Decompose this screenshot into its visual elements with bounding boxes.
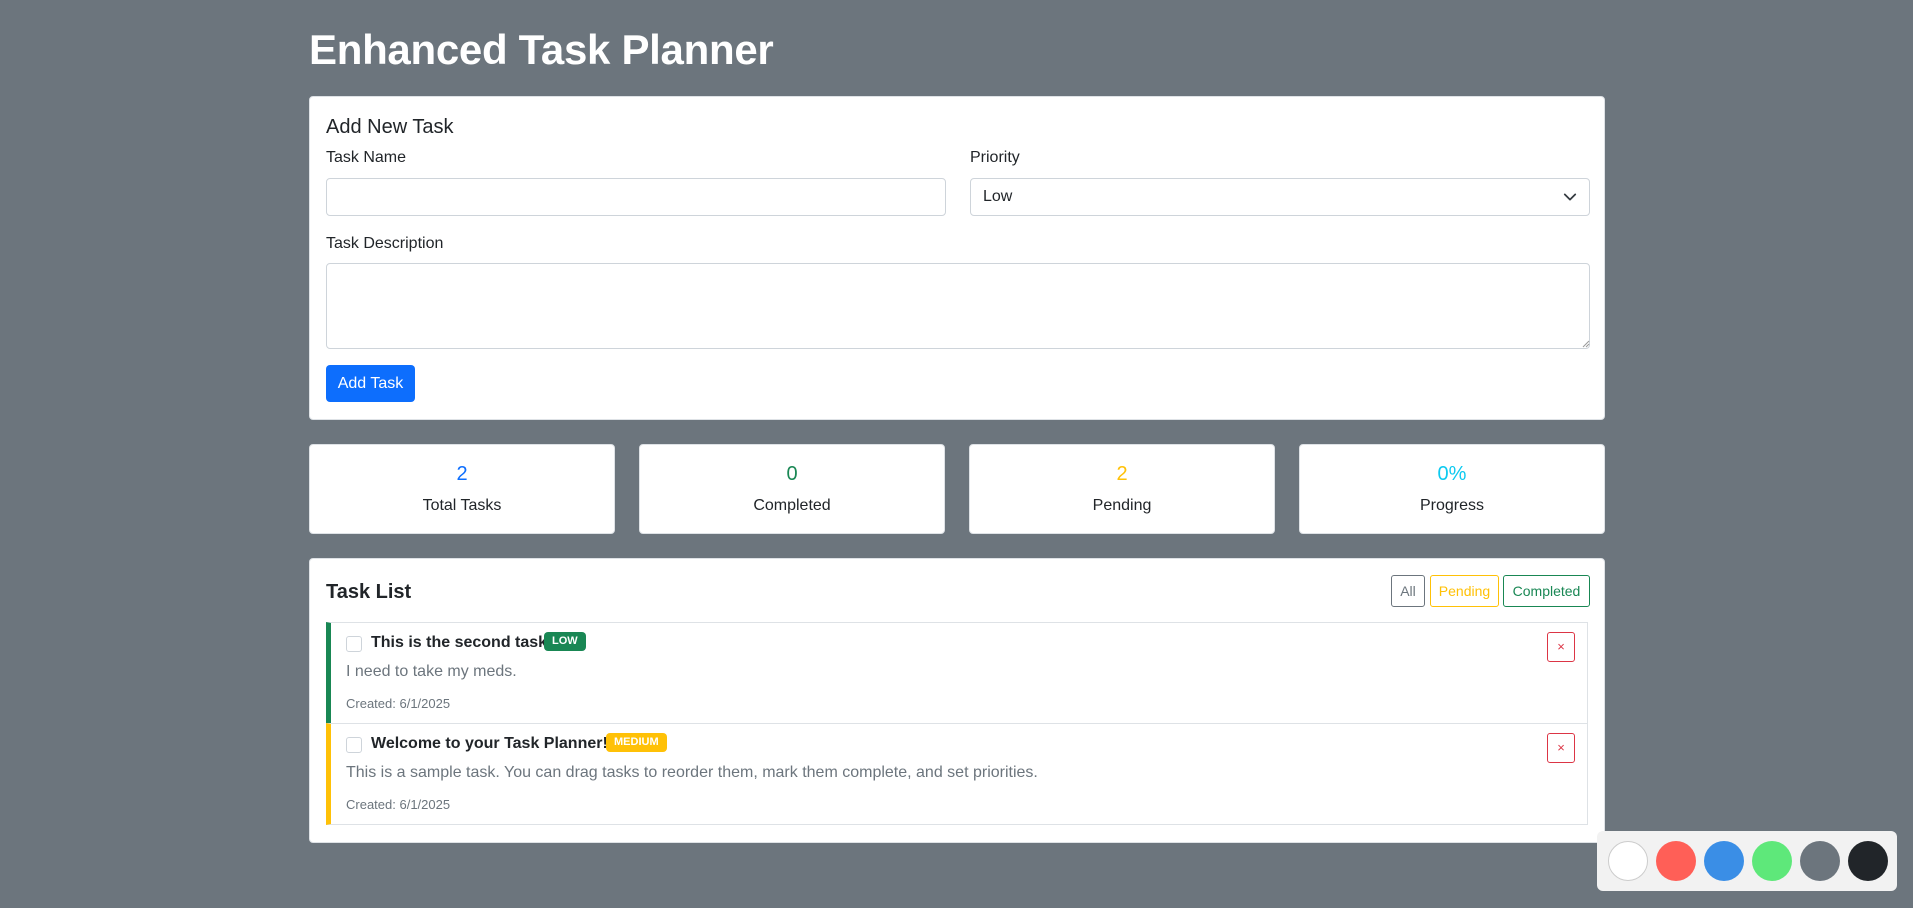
task-description: This is a sample task. You can drag task… (346, 764, 1038, 781)
delete-task-button[interactable]: × (1547, 733, 1575, 763)
task-description: I need to take my meds. (346, 663, 517, 680)
swatch-green[interactable] (1752, 841, 1792, 881)
task-complete-checkbox[interactable] (346, 737, 362, 753)
filter-all-button[interactable]: All (1391, 575, 1425, 607)
theme-color-palette (1597, 831, 1897, 891)
filter-completed-button[interactable]: Completed (1503, 575, 1590, 607)
swatch-blue[interactable] (1704, 841, 1744, 881)
stat-value: 0 (786, 463, 798, 485)
swatch-white[interactable] (1608, 841, 1648, 881)
stat-value: 0% (1437, 463, 1467, 485)
add-task-button[interactable]: Add Task (326, 365, 415, 402)
stat-completed: 0 Completed (639, 444, 945, 534)
task-created-date: Created: 6/1/2025 (346, 696, 451, 711)
task-description-label: Task Description (326, 235, 444, 252)
stat-label: Completed (753, 497, 831, 514)
task-complete-checkbox[interactable] (346, 636, 362, 652)
priority-label: Priority (970, 149, 1020, 166)
task-item[interactable]: Welcome to your Task Planner! MEDIUM Thi… (326, 723, 1588, 825)
swatch-dark[interactable] (1848, 841, 1888, 881)
page-title: Enhanced Task Planner (309, 26, 774, 73)
filter-pending-button[interactable]: Pending (1430, 575, 1499, 607)
stat-label: Progress (1419, 497, 1485, 514)
task-created-date: Created: 6/1/2025 (346, 797, 451, 812)
swatch-gray[interactable] (1800, 841, 1840, 881)
stat-pending: 2 Pending (969, 444, 1275, 534)
priority-badge: LOW (544, 632, 586, 651)
resize-grip-icon[interactable] (1582, 340, 1590, 348)
swatch-red[interactable] (1656, 841, 1696, 881)
stat-progress: 0% Progress (1299, 444, 1605, 534)
stat-value: 2 (456, 463, 468, 485)
task-item[interactable]: This is the second task LOW I need to ta… (326, 622, 1588, 724)
chevron-down-icon (1563, 193, 1577, 201)
task-name-label: Task Name (326, 149, 407, 166)
priority-select[interactable]: Low (970, 178, 1590, 216)
delete-task-button[interactable]: × (1547, 632, 1575, 662)
add-task-heading: Add New Task (326, 116, 454, 138)
task-list-card: Task List All Pending Completed This is … (309, 558, 1605, 843)
priority-selected-value: Low (983, 188, 1013, 205)
stat-value: 2 (1116, 463, 1128, 485)
task-list-heading: Task List (326, 581, 412, 603)
task-name-input[interactable] (326, 178, 946, 216)
stat-total-tasks: 2 Total Tasks (309, 444, 615, 534)
stat-label: Total Tasks (422, 497, 502, 514)
add-task-card: Add New Task Task Name Priority Low Task… (309, 96, 1605, 420)
priority-badge: MEDIUM (606, 733, 667, 752)
stat-label: Pending (1092, 497, 1152, 514)
task-title: Welcome to your Task Planner! (371, 735, 608, 752)
task-description-textarea[interactable] (326, 263, 1590, 349)
task-title: This is the second task (371, 634, 548, 651)
